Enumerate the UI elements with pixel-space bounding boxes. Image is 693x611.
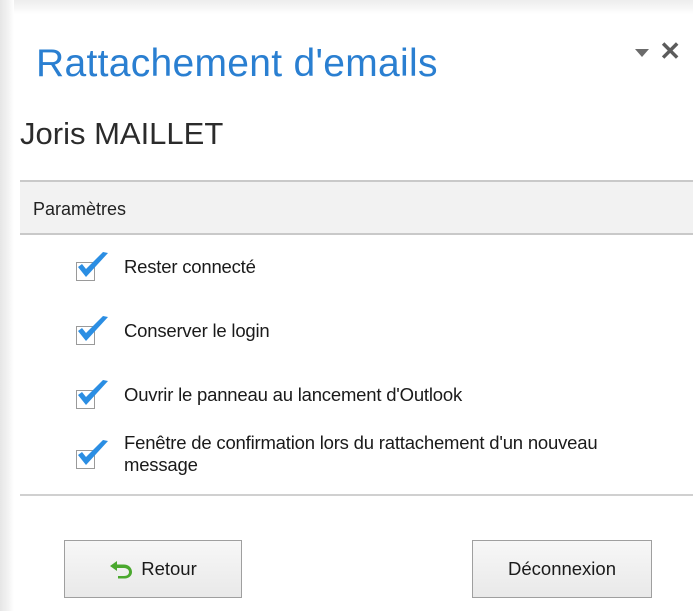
option-label: Ouvrir le panneau au lancement d'Outlook xyxy=(124,384,462,405)
options-list: Rester connecté Conserver le login Ouvri… xyxy=(76,248,676,476)
back-arrow-icon xyxy=(110,561,133,579)
checkbox-rester-connecte[interactable] xyxy=(76,252,108,281)
footer-divider xyxy=(20,494,693,496)
section-title: Paramètres xyxy=(33,199,127,219)
checkmark-icon xyxy=(78,252,108,277)
option-label: Rester connecté xyxy=(124,256,256,277)
option-label: Conserver le login xyxy=(124,320,270,341)
option-label: Fenêtre de confirmation lors du rattache… xyxy=(124,432,598,475)
back-button-label: Retour xyxy=(141,558,197,579)
checkmark-icon xyxy=(78,316,108,341)
dropdown-arrow-icon[interactable] xyxy=(635,49,650,57)
logout-button[interactable]: Déconnexion xyxy=(472,540,652,598)
logout-button-label: Déconnexion xyxy=(508,558,616,579)
option-fenetre-confirmation[interactable]: Fenêtre de confirmation lors du rattache… xyxy=(76,432,676,476)
checkmark-icon xyxy=(78,440,108,465)
close-icon[interactable]: ✕ xyxy=(659,38,681,64)
section-header-parametres: Paramètres xyxy=(20,180,693,235)
pane-controls: ✕ xyxy=(635,38,681,64)
checkbox-ouvrir-panneau[interactable] xyxy=(76,380,108,409)
checkbox-conserver-login[interactable] xyxy=(76,316,108,345)
pane-left-edge xyxy=(0,0,14,611)
user-name: Joris MAILLET xyxy=(20,116,224,151)
option-rester-connecte[interactable]: Rester connecté xyxy=(76,248,676,281)
task-pane: Rattachement d'emails ✕ Joris MAILLET Pa… xyxy=(0,0,693,611)
back-button[interactable]: Retour xyxy=(64,540,242,598)
checkbox-fenetre-confirmation[interactable] xyxy=(76,440,108,469)
option-ouvrir-panneau[interactable]: Ouvrir le panneau au lancement d'Outlook xyxy=(76,376,676,409)
option-conserver-login[interactable]: Conserver le login xyxy=(76,312,676,345)
pane-top-edge xyxy=(0,0,693,14)
checkmark-icon xyxy=(78,380,108,405)
pane-title: Rattachement d'emails xyxy=(36,42,438,85)
